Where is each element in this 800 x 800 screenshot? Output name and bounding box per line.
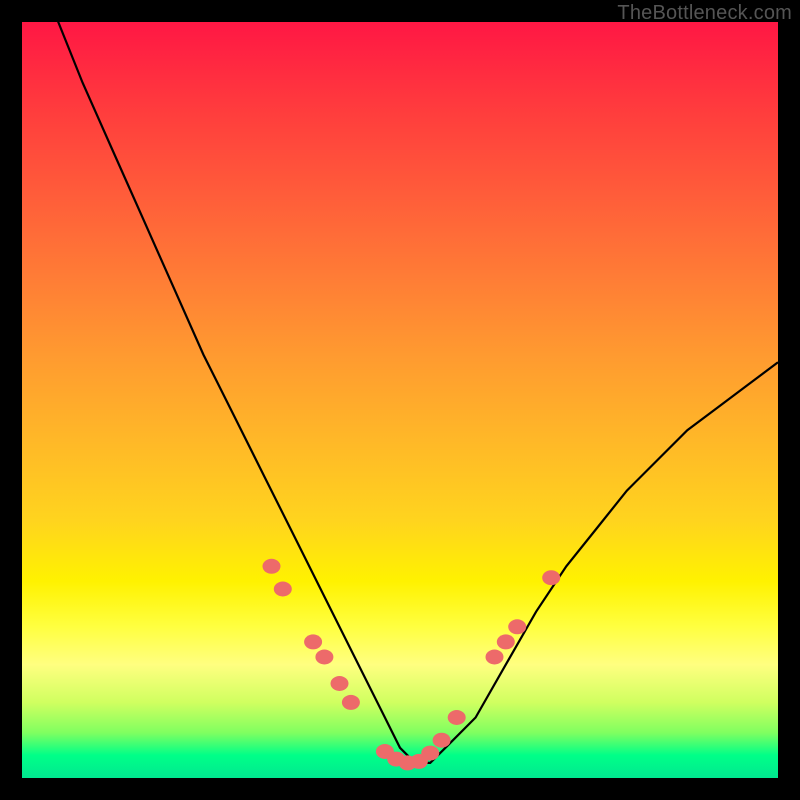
chart-container: TheBottleneck.com	[0, 0, 800, 800]
plot-area	[22, 22, 778, 778]
curve-marker	[508, 619, 526, 634]
curve-marker	[448, 710, 466, 725]
curve-marker	[421, 746, 439, 761]
curve-marker	[304, 634, 322, 649]
curve-marker	[497, 634, 515, 649]
curve-marker	[542, 570, 560, 585]
bottleneck-curve	[22, 0, 778, 763]
chart-svg	[22, 22, 778, 778]
curve-marker	[486, 650, 504, 665]
curve-marker	[433, 733, 451, 748]
curve-markers	[263, 559, 561, 771]
curve-marker	[274, 582, 292, 597]
curve-marker	[315, 650, 333, 665]
curve-marker	[342, 695, 360, 710]
curve-marker	[263, 559, 281, 574]
curve-marker	[331, 676, 349, 691]
